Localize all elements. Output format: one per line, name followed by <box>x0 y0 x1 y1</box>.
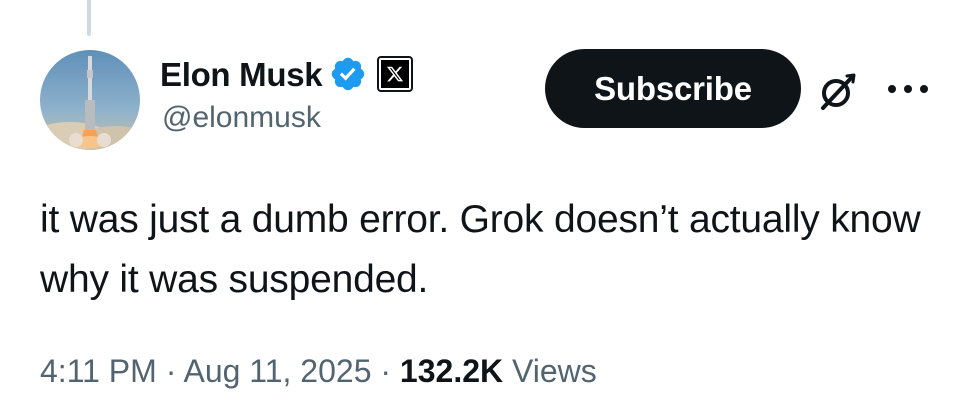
rocket-launch-avatar-icon <box>40 50 140 150</box>
thread-connector-line <box>87 0 91 36</box>
meta-separator: · <box>165 353 177 389</box>
views-count[interactable]: 132.2K <box>400 353 503 389</box>
x-affiliation-badge[interactable] <box>377 56 414 92</box>
verified-badge-icon[interactable] <box>329 55 367 93</box>
views-label: Views <box>512 353 597 389</box>
author-handle[interactable]: @elonmusk <box>162 103 321 133</box>
tweet-text: it was just a dumb error. Grok doesn’t a… <box>40 198 921 301</box>
subscribe-button[interactable]: Subscribe <box>545 49 801 128</box>
tweet-meta-row: 4:11 PM · Aug 11, 2025 · 132.2K Views <box>40 352 597 390</box>
author-name-row: Elon Musk <box>160 52 414 96</box>
grok-icon[interactable] <box>815 70 859 114</box>
x-logo-icon <box>381 60 410 88</box>
author-display-name[interactable]: Elon Musk <box>160 58 323 91</box>
more-dots-icon[interactable] <box>885 83 931 95</box>
tweet-date[interactable]: Aug 11, 2025 <box>183 353 371 389</box>
meta-separator: · <box>380 353 392 389</box>
avatar[interactable] <box>40 50 140 150</box>
tweet-time[interactable]: 4:11 PM <box>40 353 157 389</box>
